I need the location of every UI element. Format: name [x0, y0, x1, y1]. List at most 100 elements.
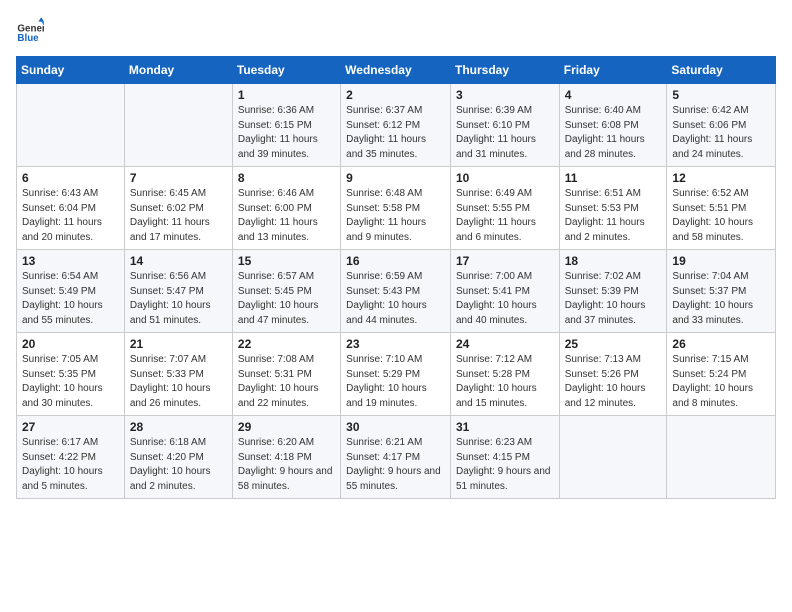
calendar-week-row: 20 Sunrise: 7:05 AM Sunset: 5:35 PM Dayli…	[17, 333, 776, 416]
calendar-cell: 5 Sunrise: 6:42 AM Sunset: 6:06 PM Daylig…	[667, 84, 776, 167]
day-info: Sunrise: 6:21 AM Sunset: 4:17 PM Dayligh…	[346, 436, 445, 494]
day-number: 22	[238, 337, 335, 351]
day-info: Sunrise: 6:17 AM Sunset: 4:22 PM Dayligh…	[22, 436, 119, 494]
day-number: 10	[456, 171, 554, 185]
calendar-cell	[17, 84, 125, 167]
day-number: 29	[238, 420, 335, 434]
calendar-cell: 23 Sunrise: 7:10 AM Sunset: 5:29 PM Dayli…	[341, 333, 451, 416]
day-number: 28	[130, 420, 227, 434]
day-number: 14	[130, 254, 227, 268]
calendar-cell: 19 Sunrise: 7:04 AM Sunset: 5:37 PM Dayli…	[667, 250, 776, 333]
calendar-cell: 30 Sunrise: 6:21 AM Sunset: 4:17 PM Dayli…	[341, 416, 451, 499]
day-number: 6	[22, 171, 119, 185]
day-number: 30	[346, 420, 445, 434]
day-info: Sunrise: 7:15 AM Sunset: 5:24 PM Dayligh…	[672, 353, 770, 411]
day-number: 1	[238, 88, 335, 102]
day-info: Sunrise: 6:48 AM Sunset: 5:58 PM Dayligh…	[346, 187, 445, 245]
day-of-week-header: Tuesday	[232, 57, 340, 84]
day-number: 21	[130, 337, 227, 351]
calendar-cell: 11Sunrise: 6:51 AM Sunset: 5:53 PM Dayli…	[559, 167, 667, 250]
calendar-cell: 27 Sunrise: 6:17 AM Sunset: 4:22 PM Dayli…	[17, 416, 125, 499]
day-number: 12	[672, 171, 770, 185]
day-info: Sunrise: 6:39 AM Sunset: 6:10 PM Dayligh…	[456, 104, 554, 162]
calendar-cell: 7 Sunrise: 6:45 AM Sunset: 6:02 PM Daylig…	[124, 167, 232, 250]
day-of-week-header: Saturday	[667, 57, 776, 84]
calendar-week-row: 13 Sunrise: 6:54 AM Sunset: 5:49 PM Dayli…	[17, 250, 776, 333]
calendar-cell: 4 Sunrise: 6:40 AM Sunset: 6:08 PM Daylig…	[559, 84, 667, 167]
day-of-week-header: Wednesday	[341, 57, 451, 84]
day-info: Sunrise: 7:02 AM Sunset: 5:39 PM Dayligh…	[565, 270, 662, 328]
day-number: 23	[346, 337, 445, 351]
day-info: Sunrise: 7:04 AM Sunset: 5:37 PM Dayligh…	[672, 270, 770, 328]
calendar-cell: 6 Sunrise: 6:43 AM Sunset: 6:04 PM Daylig…	[17, 167, 125, 250]
calendar-week-row: 27 Sunrise: 6:17 AM Sunset: 4:22 PM Dayli…	[17, 416, 776, 499]
day-info: Sunrise: 6:23 AM Sunset: 4:15 PM Dayligh…	[456, 436, 554, 494]
calendar-cell: 9 Sunrise: 6:48 AM Sunset: 5:58 PM Daylig…	[341, 167, 451, 250]
day-info: Sunrise: 6:52 AM Sunset: 5:51 PM Dayligh…	[672, 187, 770, 245]
day-info: Sunrise: 6:46 AM Sunset: 6:00 PM Dayligh…	[238, 187, 335, 245]
day-info: Sunrise: 6:40 AM Sunset: 6:08 PM Dayligh…	[565, 104, 662, 162]
day-number: 13	[22, 254, 119, 268]
calendar-cell: 12 Sunrise: 6:52 AM Sunset: 5:51 PM Dayli…	[667, 167, 776, 250]
calendar-cell: 16 Sunrise: 6:59 AM Sunset: 5:43 PM Dayli…	[341, 250, 451, 333]
day-info: Sunrise: 6:36 AM Sunset: 6:15 PM Dayligh…	[238, 104, 335, 162]
day-info: Sunrise: 6:56 AM Sunset: 5:47 PM Dayligh…	[130, 270, 227, 328]
day-info: Sunrise: 7:00 AM Sunset: 5:41 PM Dayligh…	[456, 270, 554, 328]
calendar-header-row: SundayMondayTuesdayWednesdayThursdayFrid…	[17, 57, 776, 84]
calendar-cell: 24Sunrise: 7:12 AM Sunset: 5:28 PM Dayli…	[450, 333, 559, 416]
day-number: 4	[565, 88, 662, 102]
svg-text:Blue: Blue	[17, 33, 39, 44]
calendar-cell: 13 Sunrise: 6:54 AM Sunset: 5:49 PM Dayli…	[17, 250, 125, 333]
calendar-table: SundayMondayTuesdayWednesdayThursdayFrid…	[16, 56, 776, 499]
calendar-cell: 20 Sunrise: 7:05 AM Sunset: 5:35 PM Dayli…	[17, 333, 125, 416]
day-info: Sunrise: 6:42 AM Sunset: 6:06 PM Dayligh…	[672, 104, 770, 162]
day-info: Sunrise: 7:07 AM Sunset: 5:33 PM Dayligh…	[130, 353, 227, 411]
day-number: 16	[346, 254, 445, 268]
calendar-cell: 1 Sunrise: 6:36 AM Sunset: 6:15 PM Daylig…	[232, 84, 340, 167]
day-number: 15	[238, 254, 335, 268]
day-number: 19	[672, 254, 770, 268]
day-number: 27	[22, 420, 119, 434]
day-number: 5	[672, 88, 770, 102]
day-info: Sunrise: 7:13 AM Sunset: 5:26 PM Dayligh…	[565, 353, 662, 411]
day-info: Sunrise: 6:20 AM Sunset: 4:18 PM Dayligh…	[238, 436, 335, 494]
day-of-week-header: Sunday	[17, 57, 125, 84]
calendar-cell: 22 Sunrise: 7:08 AM Sunset: 5:31 PM Dayli…	[232, 333, 340, 416]
calendar-cell: 17 Sunrise: 7:00 AM Sunset: 5:41 PM Dayli…	[450, 250, 559, 333]
calendar-body: 1 Sunrise: 6:36 AM Sunset: 6:15 PM Daylig…	[17, 84, 776, 499]
day-info: Sunrise: 6:59 AM Sunset: 5:43 PM Dayligh…	[346, 270, 445, 328]
calendar-cell	[559, 416, 667, 499]
logo: General Blue	[16, 16, 44, 44]
calendar-cell: 31Sunrise: 6:23 AM Sunset: 4:15 PM Dayli…	[450, 416, 559, 499]
calendar-cell: 25Sunrise: 7:13 AM Sunset: 5:26 PM Dayli…	[559, 333, 667, 416]
day-info: Sunrise: 7:05 AM Sunset: 5:35 PM Dayligh…	[22, 353, 119, 411]
calendar-cell: 29 Sunrise: 6:20 AM Sunset: 4:18 PM Dayli…	[232, 416, 340, 499]
calendar-cell	[124, 84, 232, 167]
day-info: Sunrise: 7:10 AM Sunset: 5:29 PM Dayligh…	[346, 353, 445, 411]
day-number: 9	[346, 171, 445, 185]
day-info: Sunrise: 6:49 AM Sunset: 5:55 PM Dayligh…	[456, 187, 554, 245]
day-number: 7	[130, 171, 227, 185]
calendar-cell: 21 Sunrise: 7:07 AM Sunset: 5:33 PM Dayli…	[124, 333, 232, 416]
day-of-week-header: Monday	[124, 57, 232, 84]
calendar-cell: 15 Sunrise: 6:57 AM Sunset: 5:45 PM Dayli…	[232, 250, 340, 333]
calendar-cell: 10 Sunrise: 6:49 AM Sunset: 5:55 PM Dayli…	[450, 167, 559, 250]
day-number: 24	[456, 337, 554, 351]
day-info: Sunrise: 6:54 AM Sunset: 5:49 PM Dayligh…	[22, 270, 119, 328]
day-info: Sunrise: 6:43 AM Sunset: 6:04 PM Dayligh…	[22, 187, 119, 245]
calendar-cell: 2Sunrise: 6:37 AM Sunset: 6:12 PM Daylig…	[341, 84, 451, 167]
day-number: 2	[346, 88, 445, 102]
day-info: Sunrise: 6:18 AM Sunset: 4:20 PM Dayligh…	[130, 436, 227, 494]
day-number: 11	[565, 171, 662, 185]
day-number: 18	[565, 254, 662, 268]
day-info: Sunrise: 6:45 AM Sunset: 6:02 PM Dayligh…	[130, 187, 227, 245]
day-of-week-header: Thursday	[450, 57, 559, 84]
day-of-week-header: Friday	[559, 57, 667, 84]
day-info: Sunrise: 6:57 AM Sunset: 5:45 PM Dayligh…	[238, 270, 335, 328]
calendar-cell	[667, 416, 776, 499]
day-info: Sunrise: 7:08 AM Sunset: 5:31 PM Dayligh…	[238, 353, 335, 411]
page-header: General Blue	[16, 16, 776, 44]
calendar-week-row: 1 Sunrise: 6:36 AM Sunset: 6:15 PM Daylig…	[17, 84, 776, 167]
day-number: 17	[456, 254, 554, 268]
day-number: 20	[22, 337, 119, 351]
